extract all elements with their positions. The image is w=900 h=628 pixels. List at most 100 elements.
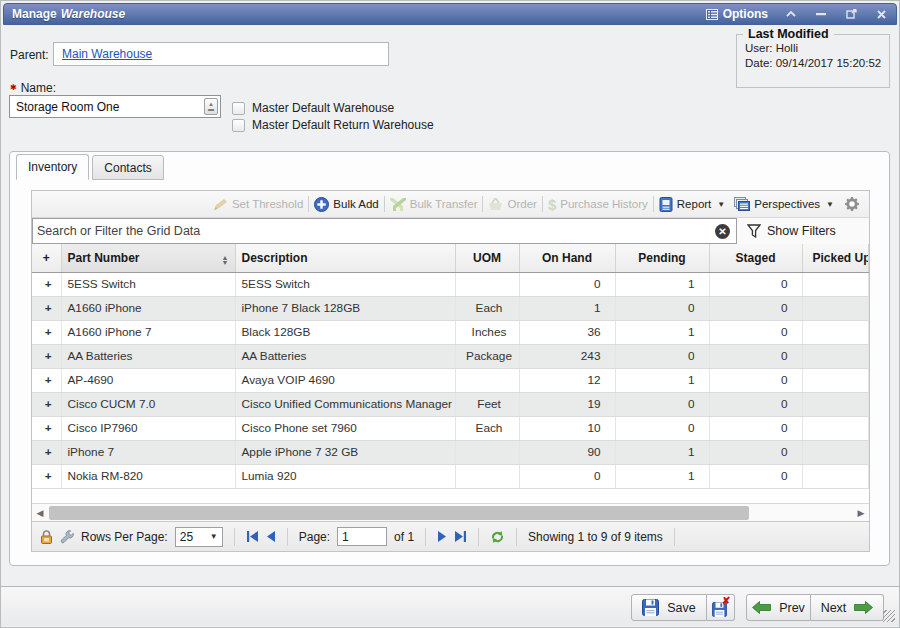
cell-picked [802, 440, 869, 464]
cell-part: iPhone 7 [61, 440, 235, 464]
basket-icon [488, 198, 503, 211]
save-and-close-button[interactable]: ✘ [707, 594, 735, 621]
last-modified-panel: Last Modified User: Holli Date: 09/14/20… [736, 34, 890, 88]
table-row[interactable]: +Nokia RM-820Lumia 920010 [32, 464, 869, 488]
set-threshold-button[interactable]: Set Threshold [208, 198, 308, 211]
row-expand-icon[interactable]: + [32, 344, 61, 368]
cell-uom: Each [455, 296, 519, 320]
next-button[interactable]: Next [811, 594, 884, 621]
table-row[interactable]: +AA BatteriesAA BatteriesPackage24300 [32, 344, 869, 368]
cell-pending: 1 [615, 368, 709, 392]
row-expand-icon[interactable]: + [32, 416, 61, 440]
popout-icon [846, 9, 857, 19]
gear-icon [845, 197, 859, 211]
refresh-button[interactable] [490, 530, 505, 544]
row-expand-icon[interactable]: + [32, 320, 61, 344]
master-default-warehouse-checkbox[interactable] [232, 102, 245, 115]
wrench-icon[interactable] [60, 530, 74, 544]
cell-on_hand: 19 [519, 392, 615, 416]
table-row[interactable]: +5ESS Switch5ESS Switch010 [32, 272, 869, 296]
options-label: Options [723, 7, 768, 21]
grid-settings-gear-icon[interactable] [839, 197, 863, 211]
row-expand-icon[interactable]: + [32, 296, 61, 320]
clear-search-icon[interactable]: ✕ [715, 224, 730, 239]
table-row[interactable]: +Cisco IP7960Cisco Phone set 7960Each100… [32, 416, 869, 440]
prev-button[interactable]: Prev [746, 594, 811, 621]
inventory-grid: Set Threshold Bulk Add Bulk Transfer [31, 190, 870, 552]
name-spinner-icon[interactable]: ▲▬ [204, 98, 218, 115]
parent-warehouse-link[interactable]: Main Warehouse [62, 47, 152, 61]
horizontal-scrollbar[interactable]: ◀ ▶ [32, 503, 869, 521]
table-row[interactable]: +A1660 iPhoneiPhone 7 Black 128GBEach100 [32, 296, 869, 320]
column-header-description[interactable]: Description [235, 244, 455, 272]
show-filters-button[interactable]: Show Filters [737, 218, 869, 244]
tab-inventory[interactable]: Inventory [16, 154, 89, 180]
row-expand-icon[interactable]: + [32, 368, 61, 392]
cell-part: AP-4690 [61, 368, 235, 392]
cell-on_hand: 243 [519, 344, 615, 368]
cell-picked [802, 416, 869, 440]
dollar-icon: $ [548, 198, 556, 211]
name-field[interactable]: Storage Room One ▲▬ [9, 95, 221, 118]
rows-per-page-label: Rows Per Page: [81, 530, 168, 544]
master-default-return-warehouse-label: Master Default Return Warehouse [252, 118, 434, 132]
master-default-warehouse-label: Master Default Warehouse [252, 101, 394, 115]
cell-staged: 0 [709, 464, 802, 488]
tab-contacts[interactable]: Contacts [92, 155, 163, 180]
options-menu-button[interactable]: Options [706, 7, 768, 21]
bulk-transfer-button[interactable]: Bulk Transfer [385, 198, 483, 211]
cell-picked [802, 368, 869, 392]
resize-handle[interactable] [883, 610, 895, 622]
table-row[interactable]: +Cisco CUCM 7.0Cisco Unified Communicati… [32, 392, 869, 416]
column-header-part-number[interactable]: Part Number▲▼ [61, 244, 235, 272]
cell-picked [802, 392, 869, 416]
scroll-left-arrow[interactable]: ◀ [32, 508, 48, 518]
lock-icon[interactable] [40, 530, 53, 544]
first-page-button[interactable] [246, 531, 259, 542]
minimize-button[interactable] [814, 10, 828, 18]
grid-search-input[interactable]: Search or Filter the Grid Data ✕ [32, 218, 737, 244]
row-expand-icon[interactable]: + [32, 440, 61, 464]
pencil-icon [213, 198, 228, 211]
collapse-button[interactable] [784, 11, 798, 17]
save-disk-icon [642, 599, 659, 616]
prev-page-button[interactable] [266, 531, 276, 542]
row-expand-icon[interactable]: + [32, 392, 61, 416]
add-icon [314, 197, 329, 212]
row-expand-icon[interactable]: + [32, 272, 61, 296]
popout-button[interactable] [844, 9, 858, 19]
master-default-return-warehouse-checkbox[interactable] [232, 119, 245, 132]
column-header-staged[interactable]: Staged [709, 244, 802, 272]
sort-icon: ▲▼ [222, 255, 229, 265]
expand-all-header[interactable]: + [32, 244, 61, 272]
purchase-history-button[interactable]: $ Purchase History [543, 198, 653, 211]
parent-field[interactable]: Main Warehouse [53, 42, 389, 66]
close-button[interactable] [874, 10, 888, 19]
bulk-add-button[interactable]: Bulk Add [309, 197, 383, 212]
save-button[interactable]: Save [631, 594, 707, 621]
scrollbar-thumb[interactable] [49, 506, 749, 520]
column-header-picked-up[interactable]: Picked Up [802, 244, 869, 272]
perspectives-button[interactable]: Perspectives▼ [730, 197, 839, 211]
rows-per-page-select[interactable]: 25▼ [175, 527, 223, 547]
order-button[interactable]: Order [483, 198, 541, 211]
report-icon [659, 197, 673, 212]
cell-on_hand: 1 [519, 296, 615, 320]
cell-staged: 0 [709, 368, 802, 392]
table-row[interactable]: +iPhone 7Apple iPhone 7 32 GB9010 [32, 440, 869, 464]
window-titlebar: ManageWarehouse Options [3, 3, 897, 25]
report-button[interactable]: Report▼ [654, 197, 730, 212]
cell-on_hand: 36 [519, 320, 615, 344]
table-row[interactable]: +AP-4690Avaya VOIP 46901210 [32, 368, 869, 392]
last-page-button[interactable] [454, 531, 467, 542]
page-number-input[interactable]: 1 [337, 527, 387, 546]
column-header-pending[interactable]: Pending [615, 244, 709, 272]
row-expand-icon[interactable]: + [32, 464, 61, 488]
next-page-button[interactable] [437, 531, 447, 542]
table-row[interactable]: +A1660 iPhone 7Black 128GBInches3610 [32, 320, 869, 344]
last-modified-legend: Last Modified [743, 27, 834, 41]
scroll-right-arrow[interactable]: ▶ [853, 508, 869, 518]
column-header-uom[interactable]: UOM [455, 244, 519, 272]
column-header-on-hand[interactable]: On Hand [519, 244, 615, 272]
tab-panel: Inventory Contacts Set Threshold Bulk Ad… [9, 151, 890, 566]
